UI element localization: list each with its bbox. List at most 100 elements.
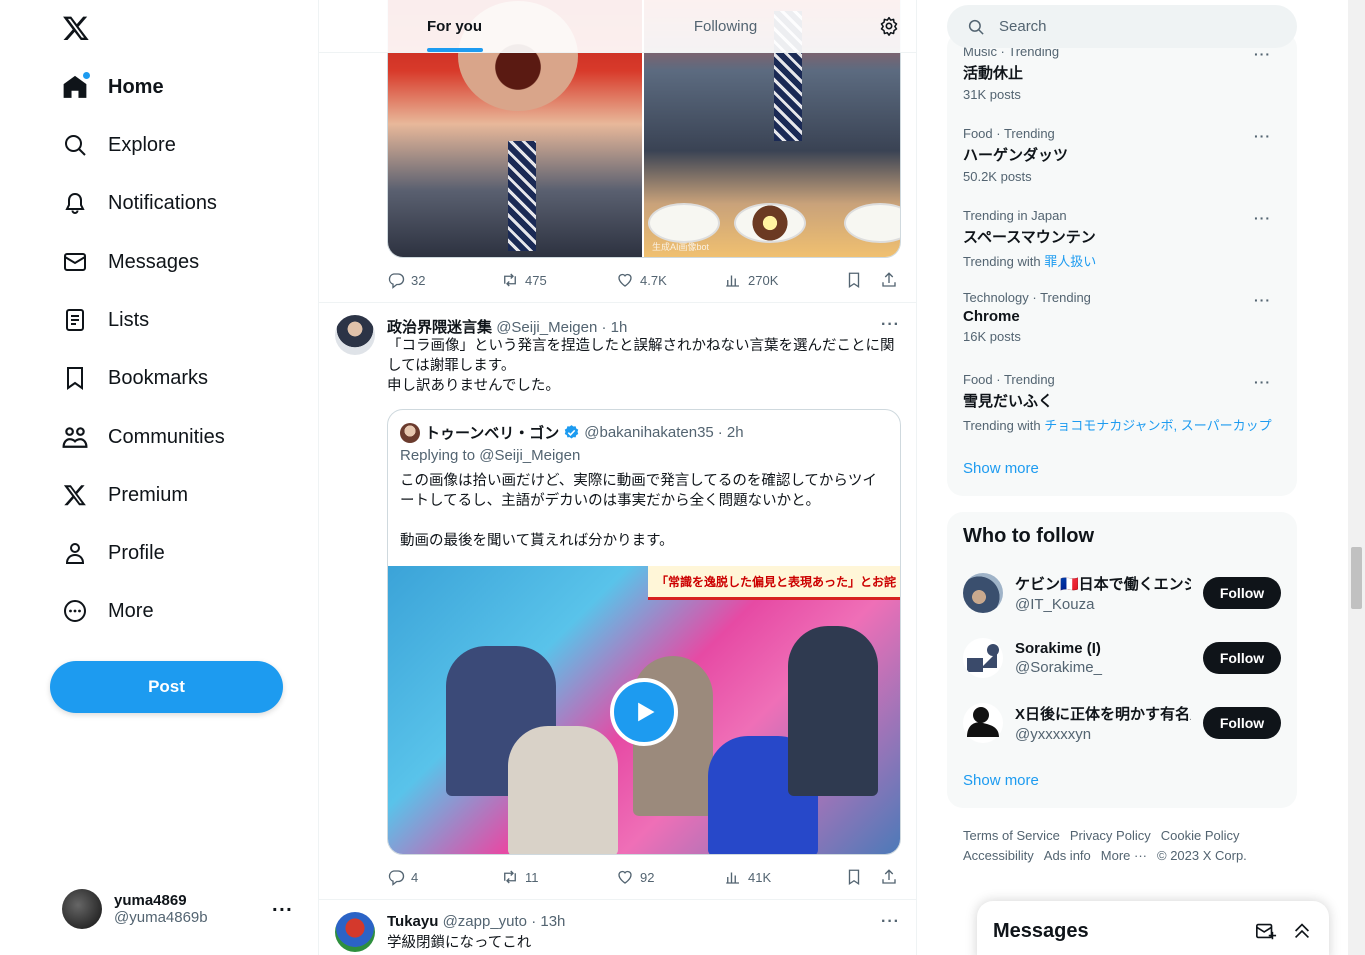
video-player[interactable]: 「常識を逸脱した偏見と表現あった」とお詫 — [388, 566, 900, 854]
x-logo-icon[interactable] — [58, 10, 94, 46]
trends-show-more[interactable]: Show more — [963, 460, 1039, 477]
tweet-time[interactable]: · 1h — [601, 319, 627, 336]
trending-with-label: Trending with — [963, 418, 1041, 433]
share-button[interactable] — [880, 868, 898, 886]
follow-button[interactable]: Follow — [1203, 642, 1281, 674]
messages-drawer[interactable]: Messages — [977, 901, 1329, 955]
footer-ads-info[interactable]: Ads info — [1044, 848, 1091, 863]
new-message-icon[interactable] — [1255, 920, 1277, 942]
reply-button[interactable]: 4 — [387, 868, 501, 886]
scrollbar-thumb[interactable] — [1351, 547, 1362, 609]
account-switcher[interactable]: yuma4869 @yuma4869b ··· — [50, 876, 305, 942]
trend-item[interactable]: Food · Trending ハーゲンダッツ 50.2K posts ··· — [963, 126, 1281, 184]
follow-suggestion[interactable]: X日後に正体を明かす有名人 @yxxxxxyn Follow — [963, 698, 1281, 748]
trend-title: 活動休止 — [963, 65, 1024, 82]
more-dots-icon[interactable]: ··· — [1254, 374, 1271, 390]
tweet-time[interactable]: · 13h — [531, 913, 565, 930]
trend-link[interactable]: チョコモナカジャンボ, スーパーカップ — [1044, 418, 1271, 433]
trend-item[interactable]: Food · Trending 雪見だいふく Trending with チョコ… — [963, 372, 1281, 434]
right-sidebar: Search Music · Trending 活動休止 31K posts ·… — [947, 0, 1297, 955]
like-button[interactable]: 92 — [616, 868, 724, 886]
gear-icon[interactable] — [861, 0, 916, 52]
trend-meta: Technology · Trending — [963, 290, 1091, 305]
post-button[interactable]: Post — [50, 661, 283, 713]
play-button[interactable] — [610, 678, 678, 746]
trend-meta: Trending in Japan — [963, 208, 1067, 223]
nav-profile-label: Profile — [108, 541, 165, 564]
nav-notifications[interactable]: Notifications — [50, 178, 229, 228]
who-to-follow-show-more[interactable]: Show more — [963, 772, 1039, 789]
footer-terms[interactable]: Terms of Service — [963, 828, 1060, 843]
bookmark-button[interactable] — [845, 868, 880, 886]
more-dots-icon[interactable]: ··· — [1254, 128, 1271, 144]
nav-premium[interactable]: Premium — [50, 470, 200, 520]
reply-button[interactable]: 32 — [387, 271, 501, 289]
tab-for-you[interactable]: For you — [319, 0, 590, 52]
trend-item[interactable]: Trending in Japan スペースマウンテン Trending wit… — [963, 208, 1281, 270]
nav-lists[interactable]: Lists — [50, 295, 161, 345]
follow-button[interactable]: Follow — [1203, 707, 1281, 739]
footer-cookie[interactable]: Cookie Policy — [1161, 828, 1240, 843]
nav-home-label: Home — [108, 75, 164, 98]
reply-count: 4 — [411, 869, 419, 885]
more-dots-icon[interactable]: ··· — [881, 316, 900, 334]
trend-count: 31K posts — [963, 87, 1021, 102]
follow-button[interactable]: Follow — [1203, 577, 1281, 609]
trend-item[interactable]: Technology · Trending Chrome 16K posts ·… — [963, 290, 1281, 344]
divider — [319, 899, 916, 900]
left-sidebar: Home Explore Notifications Messages List… — [0, 0, 318, 955]
avatar — [400, 422, 420, 443]
tweet-author-name[interactable]: Tukayu — [387, 913, 438, 930]
notification-dot — [83, 72, 90, 79]
avatar[interactable] — [335, 912, 375, 952]
repost-button[interactable]: 11 — [501, 868, 616, 886]
follow-suggestion[interactable]: Sorakime (I) @Sorakime_ Follow — [963, 633, 1281, 683]
divider — [319, 302, 916, 303]
nav-explore[interactable]: Explore — [50, 120, 188, 170]
nav-messages[interactable]: Messages — [50, 237, 211, 287]
follow-suggestion[interactable]: ケビン🇫🇷日本で働くエンジニア @IT_Kouza Follow — [963, 568, 1281, 618]
page-scrollbar[interactable] — [1348, 0, 1365, 955]
quote-author-handle: @bakanihakaten35 — [584, 424, 714, 441]
more-dots-icon[interactable]: ··· — [1254, 210, 1271, 226]
tweet-header: Tukayu @zapp_yuto · 13h — [387, 913, 565, 930]
views-button[interactable]: 270K — [724, 271, 845, 289]
nav-more[interactable]: More — [50, 586, 166, 636]
bookmark-button[interactable] — [845, 271, 880, 289]
tab-following[interactable]: Following — [590, 0, 861, 52]
list-icon — [62, 307, 88, 333]
more-dots-icon[interactable]: ··· — [1254, 292, 1271, 308]
repost-button[interactable]: 475 — [501, 271, 616, 289]
views-button[interactable]: 41K — [724, 868, 845, 886]
like-button[interactable]: 4.7K — [616, 271, 724, 289]
share-button[interactable] — [880, 271, 898, 289]
tweet-author-name[interactable]: 政治界隈迷言集 — [387, 319, 492, 336]
search-placeholder: Search — [999, 18, 1047, 35]
tweet-author-handle[interactable]: @Seiji_Meigen — [496, 319, 597, 336]
video-caption-banner: 「常識を逸脱した偏見と表現あった」とお詫 — [648, 566, 900, 600]
footer-more[interactable]: More ··· — [1101, 848, 1147, 863]
trend-title: 雪見だいふく — [963, 393, 1054, 410]
more-dots-icon[interactable]: ··· — [1254, 46, 1271, 62]
quote-tweet[interactable]: トゥーンベリ・ゴン @bakanihakaten35 · 2h Replying… — [387, 409, 901, 855]
bookmark-icon — [848, 869, 860, 886]
who-to-follow-title: Who to follow — [963, 525, 1095, 547]
reply-icon — [388, 273, 405, 289]
footer-privacy[interactable]: Privacy Policy — [1070, 828, 1151, 843]
trend-item[interactable]: Music · Trending 活動休止 31K posts ··· — [963, 44, 1281, 102]
search-input[interactable]: Search — [947, 5, 1297, 48]
tweet-actions: 32 475 4.7K 270K — [387, 270, 901, 290]
footer-accessibility[interactable]: Accessibility — [963, 848, 1034, 863]
avatar — [963, 573, 1003, 613]
nav-home[interactable]: Home — [50, 62, 176, 112]
nav-bookmarks[interactable]: Bookmarks — [50, 353, 220, 403]
reply-count: 32 — [411, 272, 426, 288]
trend-link[interactable]: 罪人扱い — [1044, 254, 1096, 269]
avatar[interactable] — [335, 315, 375, 355]
nav-communities[interactable]: Communities — [50, 412, 237, 462]
more-dots-icon[interactable]: ··· — [881, 913, 900, 931]
nav-profile[interactable]: Profile — [50, 528, 177, 578]
chevron-up-icon[interactable] — [1291, 920, 1313, 942]
tweet-author-handle[interactable]: @zapp_yuto — [443, 913, 527, 930]
share-icon — [882, 869, 896, 884]
